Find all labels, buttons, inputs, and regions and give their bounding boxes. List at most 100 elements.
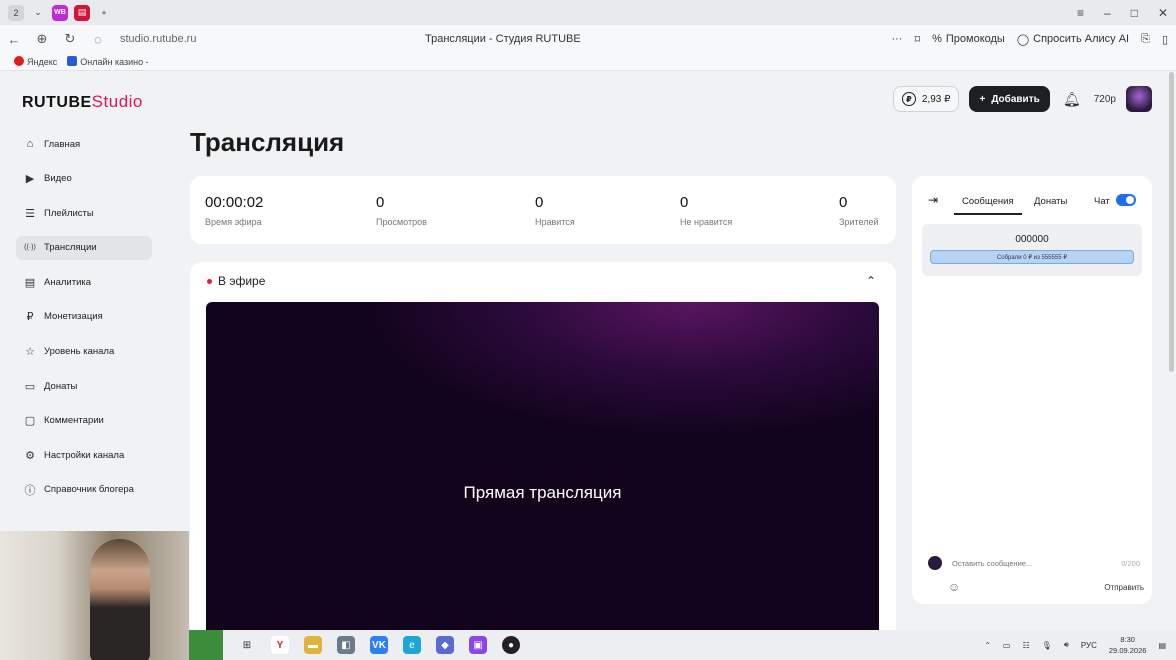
ruble-icon: ₽	[26, 311, 34, 324]
stat-label: Время эфира	[205, 217, 262, 227]
twitch-icon[interactable]: ▣	[469, 636, 487, 654]
system-tray: ⌃ ▭ ☷ 🎙︎ 🔊︎ РУС 8:30 29.09.2026 ▤	[984, 630, 1166, 660]
sidebar-item-comments[interactable]: ▢ Комментарии	[16, 409, 152, 433]
new-tab-icon[interactable]: +	[96, 5, 112, 21]
sidebar-item-streams[interactable]: ((·)) Трансляции	[16, 235, 152, 260]
play-icon: ▶	[25, 173, 35, 186]
yandex-icon	[14, 56, 24, 66]
live-dot-icon	[207, 278, 212, 284]
stat-dislikes: 0 Не нравится	[680, 194, 732, 227]
clock[interactable]: 8:30 29.09.2026	[1109, 634, 1147, 656]
stat-value: 0	[535, 194, 544, 211]
app-icon[interactable]: ◆	[436, 636, 454, 654]
sidebar-item-playlists[interactable]: ☰ Плейлисты	[16, 201, 152, 225]
close-icon[interactable]: ✕	[1158, 6, 1168, 20]
home-icon: ⌂	[26, 138, 34, 150]
emoji-icon[interactable]: ☺	[948, 580, 960, 594]
collapse-panel-icon[interactable]: ⇥	[928, 193, 938, 207]
site-info-icon[interactable]: ◌	[84, 32, 112, 47]
quality-label[interactable]: 720p	[1094, 94, 1116, 105]
tab-donations[interactable]: Донаты	[1034, 196, 1067, 207]
sidebar-item-donations[interactable]: ▭ Донаты	[16, 374, 152, 398]
edge-icon[interactable]: e	[403, 636, 421, 654]
ruble-icon: ₽	[901, 92, 916, 106]
clock-time: 8:30	[1120, 635, 1135, 644]
url-field[interactable]: studio.rutube.ru	[120, 33, 196, 45]
stream-video-player[interactable]: Прямая трансляция	[206, 302, 879, 632]
info-icon: ⓘ	[24, 484, 36, 497]
bell-icon[interactable]: 🔔︎	[1060, 91, 1084, 108]
broadcast-icon: ((·))	[24, 244, 36, 252]
tab-favicon-2[interactable]: ▤	[74, 4, 90, 21]
gear-icon: ⚙	[25, 449, 35, 462]
stat-label: Нравится	[535, 217, 575, 227]
battery-icon[interactable]: ▭	[1003, 641, 1011, 650]
maximize-icon[interactable]: □	[1131, 6, 1138, 20]
more-icon[interactable]: ···	[891, 33, 902, 45]
chat-panel: ⇥ Сообщения Донаты Чат 000000 Собрали 0 …	[912, 176, 1152, 604]
task-view-icon[interactable]: ⊞	[238, 636, 256, 654]
tab-count-badge[interactable]: 2	[8, 4, 24, 21]
chevron-down-icon[interactable]: ⌄	[30, 5, 46, 21]
star-icon: ☆	[25, 346, 35, 359]
chat-actions: ☺ Отправить	[948, 580, 1144, 594]
notifications-icon[interactable]: ▤	[1158, 641, 1166, 650]
collections-icon[interactable]: ⎘	[1141, 33, 1150, 46]
yandex-browser-icon[interactable]: Y	[271, 636, 289, 654]
chat-message-input[interactable]	[952, 558, 1102, 568]
sidebar-item-blogger-guide[interactable]: ⓘ Справочник блогера	[16, 478, 152, 502]
sidebar-toggle-icon[interactable]: ▯	[1162, 33, 1168, 46]
language-indicator[interactable]: РУС	[1081, 641, 1097, 650]
add-button[interactable]: + Добавить	[969, 86, 1050, 112]
file-explorer-icon[interactable]: ▬	[304, 636, 322, 654]
sidebar-item-video[interactable]: ▶ Видео	[16, 167, 152, 191]
send-button[interactable]: Отправить	[1104, 583, 1144, 592]
chevron-up-icon[interactable]: ⌃	[984, 641, 991, 650]
desktop-thumbnail[interactable]	[189, 630, 223, 660]
alice-icon: ◯	[1016, 33, 1030, 46]
stat-airtime: 00:00:02 Время эфира	[205, 194, 263, 227]
tab-favicon-1[interactable]: WB	[52, 4, 68, 21]
sidebar-item-channel-level[interactable]: ☆ Уровень канала	[16, 340, 152, 364]
bookmark-icon[interactable]: ⌑	[914, 33, 920, 46]
ask-alice-button[interactable]: ◯ Спросить Алису AI	[1017, 33, 1129, 46]
percent-icon: %	[932, 33, 942, 45]
chat-input-row: 0/200	[928, 552, 1140, 574]
volume-icon[interactable]: 🔊︎	[1064, 640, 1069, 650]
network-icon[interactable]: ☷	[1022, 641, 1029, 650]
bookmark-casino[interactable]: Онлайн казино -	[67, 56, 149, 67]
sidebar-item-channel-settings[interactable]: ⚙ Настройки канала	[16, 443, 152, 467]
chevron-up-icon[interactable]: ⌃	[866, 274, 876, 288]
minimize-icon[interactable]: –	[1104, 6, 1111, 20]
vk-icon[interactable]: VK	[370, 636, 388, 654]
chat-toggle[interactable]	[1116, 194, 1136, 206]
window-controls: ≡ – □ ✕	[1077, 0, 1168, 25]
sidebar-item-monetization[interactable]: ₽ Монетизация	[16, 305, 152, 329]
tab-messages[interactable]: Сообщения	[954, 196, 1022, 215]
bookmark-yandex[interactable]: Яндекс	[14, 56, 57, 67]
promocodes-button[interactable]: % Промокоды	[932, 33, 1005, 45]
goal-progress-bar: Собрали 0 ₽ из 555555 ₽	[930, 250, 1134, 264]
webcam-overlay	[0, 531, 189, 660]
stat-views: 0 Просмотров	[376, 194, 427, 227]
page-title: Трансляция	[190, 127, 345, 157]
chat-toggle-label: Чат	[1094, 196, 1110, 207]
app-icon[interactable]: ◧	[337, 636, 355, 654]
page-scrollbar[interactable]	[1169, 72, 1174, 372]
sidebar-nav: ⌂ Главная ▶ Видео ☰ Плейлисты ((·)) Трансляц…	[16, 132, 152, 513]
balance-button[interactable]: ₽ 2,93 ₽	[892, 86, 960, 112]
menu-icon[interactable]: ≡	[1077, 6, 1084, 20]
download-icon[interactable]: ⊕	[28, 31, 56, 47]
obs-icon[interactable]: ●	[502, 636, 520, 654]
sidebar-item-analytics[interactable]: ▤ Аналитика	[16, 270, 152, 294]
rutube-studio-logo[interactable]: RUTUBEStudio	[22, 92, 143, 112]
back-icon[interactable]: ←	[0, 32, 28, 47]
stat-value: 0	[839, 194, 848, 211]
stream-stats-card: 00:00:02 Время эфира 0 Просмотров 0 Нрав…	[190, 176, 896, 244]
wallet-icon: ▭	[24, 380, 36, 393]
microphone-icon[interactable]: 🎙︎	[1042, 641, 1052, 650]
avatar[interactable]	[1126, 86, 1152, 112]
reload-icon[interactable]: ↻	[56, 31, 84, 47]
sidebar-item-home[interactable]: ⌂ Главная	[16, 132, 152, 156]
browser-tab-bar: 2 ⌄ WB ▤ + ≡ – □ ✕	[0, 0, 1176, 25]
